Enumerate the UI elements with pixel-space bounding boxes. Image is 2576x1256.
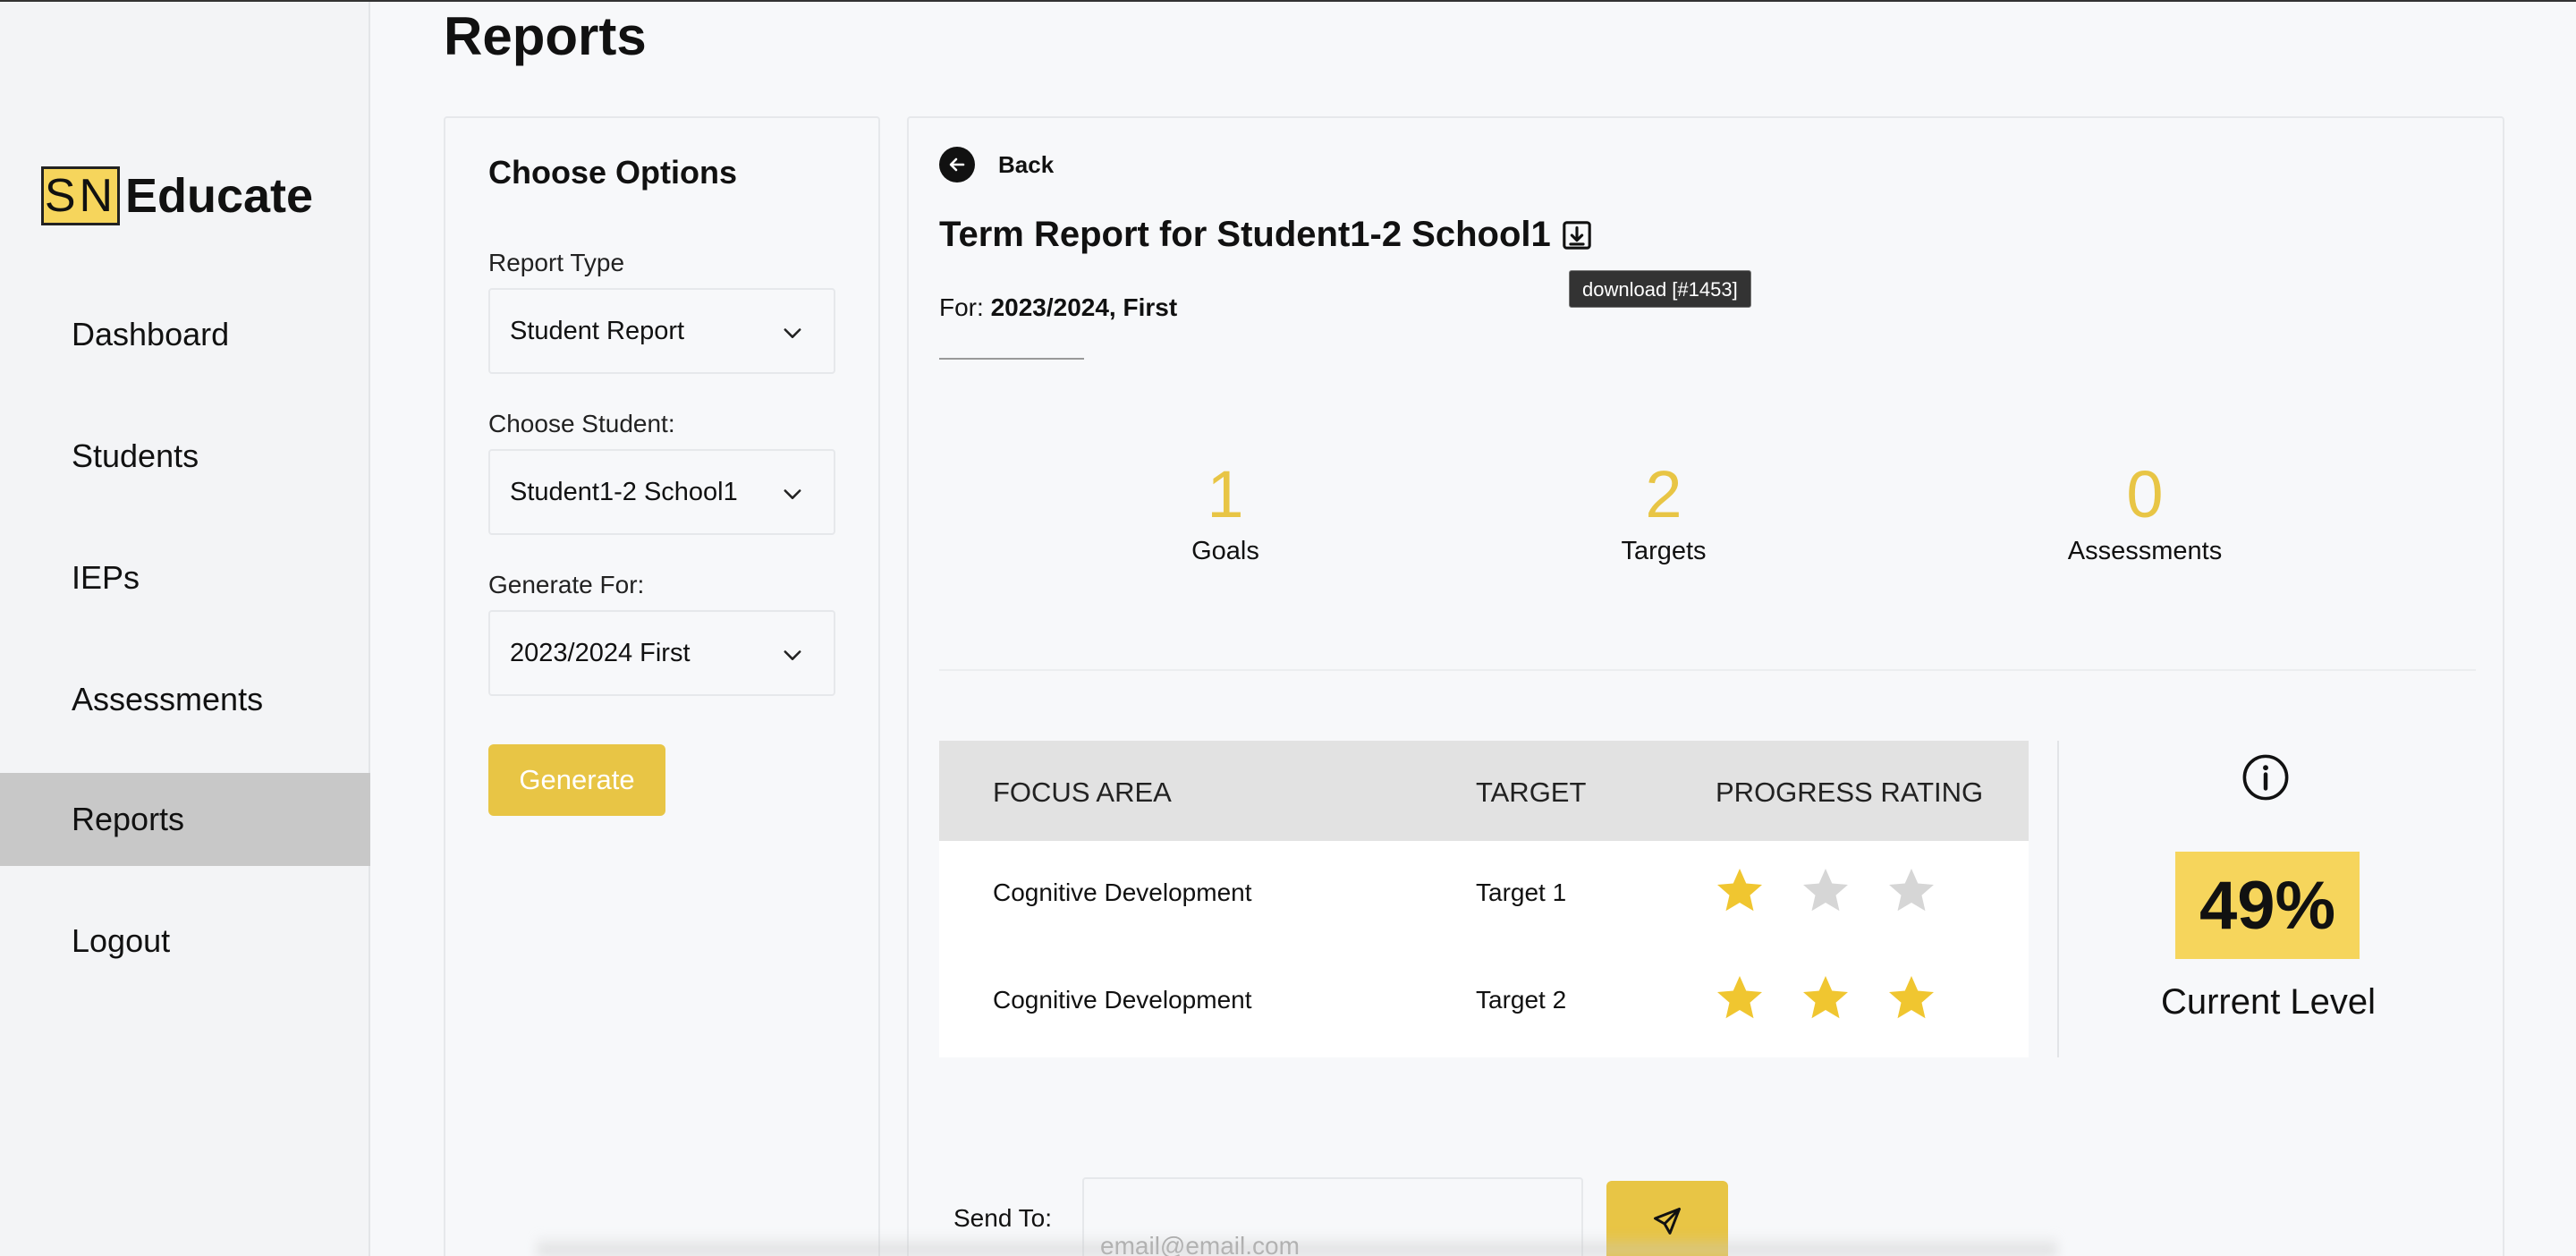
star-empty-icon [1889, 869, 1934, 912]
sidebar-item-ieps[interactable]: IEPs [0, 531, 370, 624]
send-to-label: Send To: [953, 1204, 1053, 1232]
stat-goals-label: Goals [1191, 537, 1259, 565]
star-filled-icon [1889, 976, 1934, 1019]
star-filled-icon [1717, 869, 1762, 912]
generate-for-select[interactable]: 2023/2024 First [488, 610, 835, 696]
report-type-value: Student Report [510, 316, 685, 345]
stat-targets-label: Targets [1621, 537, 1707, 565]
vertical-separator [2057, 741, 2059, 1057]
logo-sn-mark: SN [41, 166, 120, 225]
options-panel: Choose Options Report Type Student Repor… [444, 116, 880, 1256]
cell-target: Target 1 [1476, 878, 1567, 906]
header-focus-area: FOCUS AREA [993, 777, 1172, 808]
report-title: Term Report for Student1-2 School1 [939, 215, 1592, 255]
sidebar-item-students[interactable]: Students [0, 410, 370, 503]
sidebar-item-dashboard[interactable]: Dashboard [0, 288, 370, 381]
table-header: FOCUS AREA TARGET PROGRESS RATING [939, 741, 2029, 841]
report-type-select[interactable]: Student Report [488, 288, 835, 374]
header-target: TARGET [1476, 777, 1587, 808]
bottom-shadow [537, 1235, 2057, 1256]
current-level-label: Current Level [2160, 982, 2377, 1022]
cell-target: Target 2 [1476, 986, 1567, 1014]
student-label: Choose Student: [488, 410, 675, 437]
chevron-down-icon [784, 328, 801, 338]
sidebar-item-assessments[interactable]: Assessments [0, 653, 370, 746]
generate-for-label: Generate For: [488, 571, 645, 598]
stat-goals-value: 1 [1207, 457, 1244, 531]
cell-focus-area: Cognitive Development [993, 878, 1252, 906]
title-underline [939, 358, 1084, 360]
info-icon[interactable] [2241, 753, 2290, 802]
stat-assessments: 0 Assessments [2038, 454, 2252, 566]
send-icon [1654, 1208, 1681, 1235]
star-filled-icon [1803, 976, 1848, 1019]
window-top-border [0, 0, 2576, 2]
report-period: For: 2023/2024, First [939, 293, 1177, 322]
back-button[interactable]: Back [939, 147, 1054, 182]
student-value: Student1-2 School1 [510, 477, 738, 506]
header-progress-rating: PROGRESS RATING [1716, 777, 1984, 808]
report-period-value: 2023/2024, First [990, 293, 1178, 321]
download-icon[interactable] [1562, 220, 1592, 250]
section-divider [939, 669, 2476, 671]
star-filled-icon [1717, 976, 1762, 1019]
generate-for-value: 2023/2024 First [510, 638, 691, 667]
sidebar: SN Educate Dashboard Students IEPs Asses… [0, 2, 370, 1256]
generate-button[interactable]: Generate [488, 744, 665, 816]
page-title: Reports [444, 6, 647, 66]
download-tooltip: download [#1453] [1569, 270, 1751, 308]
stat-assessments-value: 0 [2126, 457, 2164, 531]
cell-focus-area: Cognitive Development [993, 986, 1252, 1014]
sidebar-item-reports[interactable]: Reports [0, 773, 370, 866]
chevron-down-icon [784, 650, 801, 660]
stat-targets: 2 Targets [1556, 454, 1771, 566]
sidebar-item-logout[interactable]: Logout [0, 895, 370, 988]
table-row: Cognitive Development Target 1 [939, 841, 2029, 948]
report-type-label: Report Type [488, 249, 625, 276]
stat-targets-value: 2 [1645, 457, 1682, 531]
options-title: Choose Options [488, 154, 737, 191]
stat-assessments-label: Assessments [2067, 537, 2223, 565]
report-period-prefix: For: [939, 293, 984, 321]
back-label: Back [998, 150, 1055, 178]
stat-goals: 1 Goals [1118, 454, 1333, 566]
arrow-left-icon [939, 147, 975, 182]
progress-table: FOCUS AREA TARGET PROGRESS RATING Cognit… [939, 741, 2029, 1057]
report-panel: Back Term Report for Student1-2 School1 … [907, 116, 2504, 1256]
logo-wordmark: Educate [125, 169, 314, 223]
report-title-text: Term Report for Student1-2 School1 [939, 215, 1551, 254]
student-select[interactable]: Student1-2 School1 [488, 449, 835, 535]
brand-logo[interactable]: SN Educate [41, 166, 313, 225]
chevron-down-icon [784, 489, 801, 499]
star-empty-icon [1803, 869, 1848, 912]
current-level-value: 49% [2175, 852, 2360, 959]
table-row: Cognitive Development Target 2 [939, 948, 2029, 1056]
